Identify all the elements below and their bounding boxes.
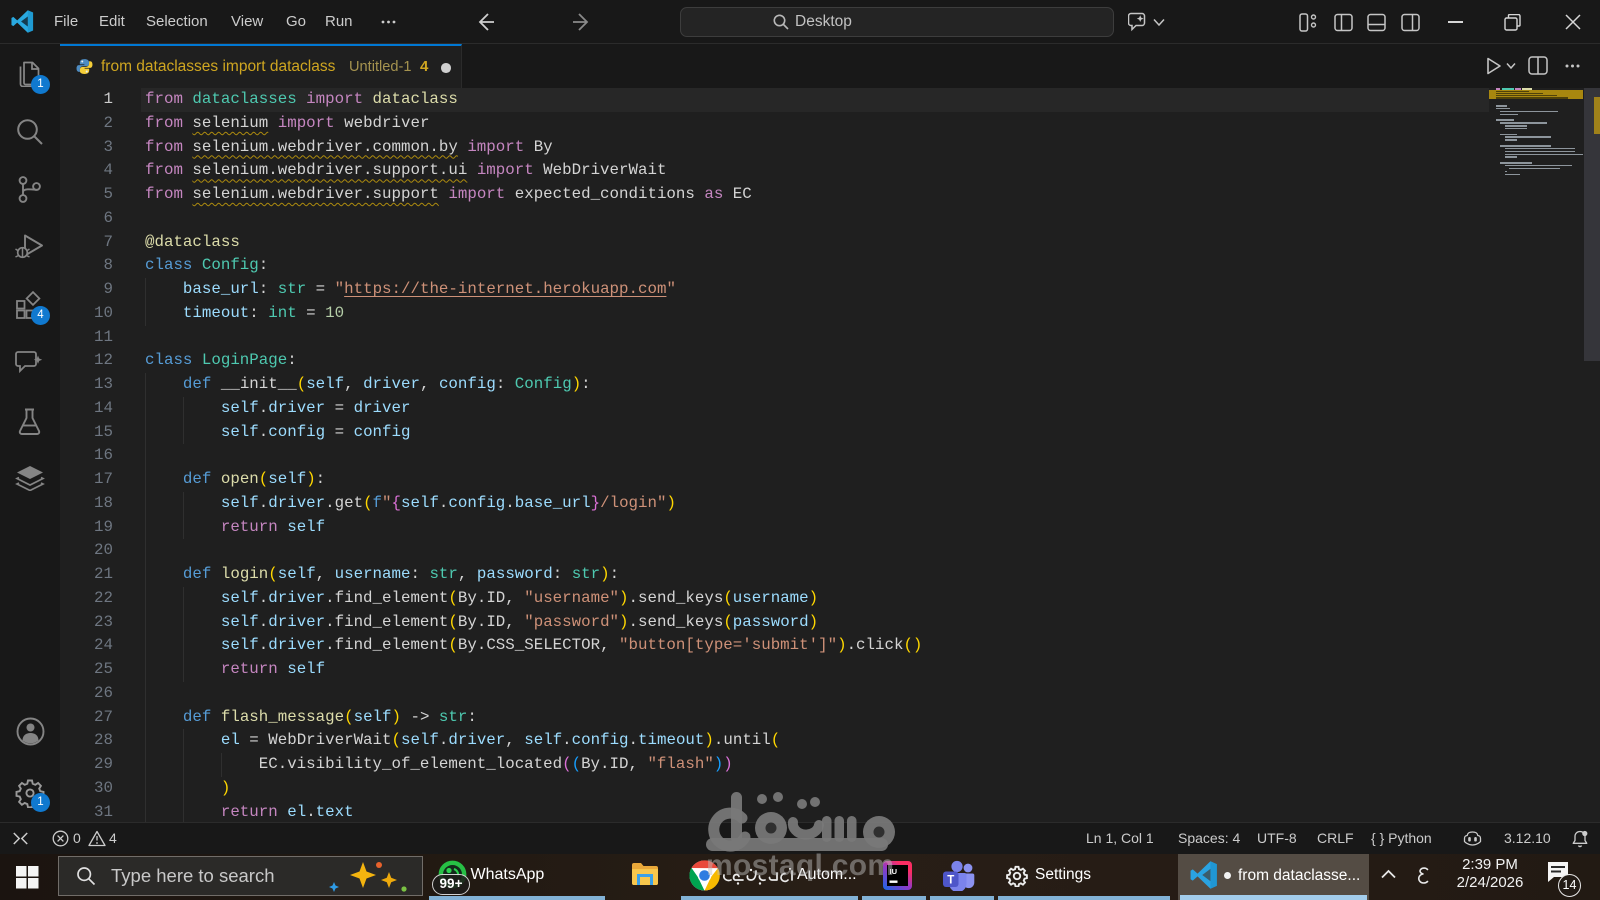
svg-text:T: T: [947, 875, 954, 887]
